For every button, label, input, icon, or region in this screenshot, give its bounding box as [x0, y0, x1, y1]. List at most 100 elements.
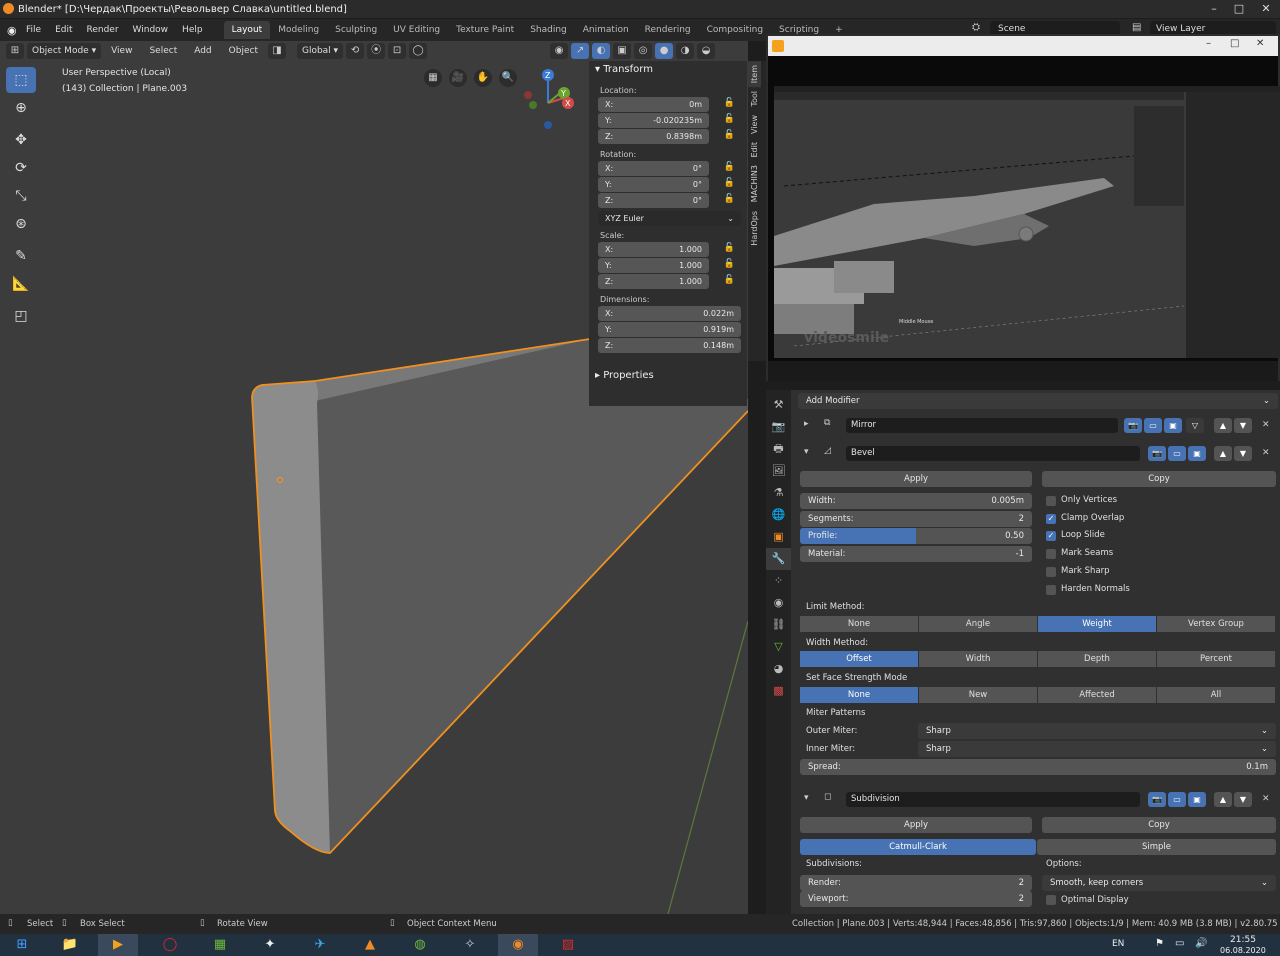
physics-properties-icon[interactable]: ◉ [766, 592, 791, 614]
navigation-gizmo[interactable]: Z Y X [520, 65, 580, 135]
volume-icon[interactable]: 🔊 [1195, 938, 1207, 949]
app-icon[interactable]: ✧ [450, 934, 490, 956]
remove-modifier-icon[interactable]: ✕ [1262, 448, 1270, 458]
editor-type-icon[interactable]: ⊞ [6, 43, 24, 59]
viewport-menu-object[interactable]: Object [222, 46, 265, 56]
bevel-name-field[interactable]: Bevel [846, 446, 1140, 461]
media-player-icon[interactable]: ▶ [98, 934, 138, 956]
transform-tool-icon[interactable]: ⊛ [6, 211, 36, 237]
network-icon[interactable]: ⚑ [1155, 938, 1164, 949]
properties-panel-header[interactable]: ▸ Properties [589, 367, 747, 384]
pan-hand-icon[interactable]: ✋ [474, 69, 492, 87]
explorer-icon[interactable]: 📁 [50, 934, 90, 956]
cursor-tool-icon[interactable]: ⊕ [6, 95, 36, 121]
texture-properties-icon[interactable]: ▩ [766, 680, 791, 702]
rotation-mode-dropdown[interactable]: XYZ Euler ⌄ [598, 211, 741, 226]
particles-properties-icon[interactable]: ⁘ [766, 570, 791, 592]
scale-x-field[interactable]: X: 1.000 🔓 [598, 242, 735, 257]
bevel-segments-field[interactable]: Segments: 2 [800, 511, 1032, 527]
render-toggle-icon[interactable]: 📷 [1148, 792, 1166, 807]
telegram-icon[interactable]: ✈ [300, 934, 340, 956]
menu-file[interactable]: File [19, 25, 48, 35]
render-toggle-icon[interactable]: 📷 [1148, 446, 1166, 461]
limit-option-weight[interactable]: Weight [1038, 616, 1156, 632]
player-close-button[interactable]: ✕ [1256, 38, 1264, 49]
close-window-button[interactable]: ✕ [1255, 2, 1277, 16]
scene-icon[interactable]: ⛭ [972, 22, 980, 33]
inner-miter-dropdown[interactable]: Sharp ⌄ [918, 741, 1276, 757]
lock-icon[interactable]: 🔓 [724, 98, 735, 108]
gizmo-neg-x-icon[interactable] [524, 91, 532, 99]
output-properties-icon[interactable]: 🖶 [766, 438, 791, 460]
menu-help[interactable]: Help [175, 25, 210, 35]
lock-icon[interactable]: 🔓 [724, 275, 735, 285]
bevel-profile-slider[interactable]: Profile: 0.50 [800, 528, 1032, 544]
width-method-option-offset[interactable]: Offset [800, 651, 918, 667]
player-controls[interactable] [768, 361, 1278, 381]
tab-tool[interactable]: Tool [748, 87, 761, 111]
checkbox-harden-normals[interactable] [1046, 584, 1056, 595]
location-y-field[interactable]: Y: -0.020235m 🔓 [598, 113, 735, 128]
add-modifier-dropdown[interactable]: Add Modifier ⌄ [798, 393, 1278, 409]
tab-compositing[interactable]: Compositing [699, 21, 771, 39]
move-down-icon[interactable]: ▼ [1234, 792, 1252, 807]
location-x-field[interactable]: X: 0m 🔓 [598, 97, 735, 112]
gizmo-toggle-icon[interactable]: ↗ [571, 43, 590, 59]
minimize-button[interactable]: – [1203, 2, 1225, 16]
viewport-toggle-icon[interactable]: ▭ [1144, 418, 1162, 433]
lock-icon[interactable]: 🔓 [724, 114, 735, 124]
render-toggle-icon[interactable]: 📷 [1124, 418, 1142, 433]
bevel-copy-button[interactable]: Copy [1042, 471, 1276, 487]
spread-field[interactable]: Spread: 0.1m [800, 759, 1276, 775]
face-strength-option-affected[interactable]: Affected [1038, 687, 1156, 703]
bevel-material-field[interactable]: Material: -1 [800, 546, 1032, 562]
view-layer-icon[interactable]: ▤ [1132, 22, 1141, 33]
bevel-apply-button[interactable]: Apply [800, 471, 1032, 487]
viewport-menu-select[interactable]: Select [142, 46, 184, 56]
width-method-option-width[interactable]: Width [919, 651, 1037, 667]
minecraft-icon[interactable]: ▦ [200, 934, 240, 956]
video-player-window[interactable]: – □ ✕ videosmile Middle Mouse [766, 34, 1280, 381]
dimensions-y-field[interactable]: Y: 0.919m [598, 322, 741, 337]
grid-view-icon[interactable]: ▦ [424, 69, 442, 87]
checkbox-clamp-overlap[interactable]: ✓ [1046, 513, 1056, 524]
tray-icon[interactable]: ▭ [1175, 938, 1184, 949]
start-button-icon[interactable]: ⊞ [2, 934, 42, 956]
remove-modifier-icon[interactable]: ✕ [1262, 420, 1270, 430]
utorrent-icon[interactable]: ◍ [400, 934, 440, 956]
move-down-icon[interactable]: ▼ [1234, 446, 1252, 461]
tab-animation[interactable]: Animation [575, 21, 637, 39]
menu-window[interactable]: Window [126, 25, 176, 35]
move-up-icon[interactable]: ▲ [1214, 792, 1232, 807]
bevel-width-field[interactable]: Width: 0.005m [800, 493, 1032, 509]
checkbox-loop-slide[interactable]: ✓ [1046, 531, 1056, 542]
tab-rendering[interactable]: Rendering [637, 21, 699, 39]
3d-viewport[interactable]: ⊞ Object Mode ▾ View Select Add Object ◨… [0, 41, 748, 914]
render-levels-field[interactable]: Render: 2 [800, 875, 1032, 891]
rotate-tool-icon[interactable]: ⟳ [6, 155, 36, 181]
player-minimize-button[interactable]: – [1206, 38, 1211, 49]
proportional-edit-icon[interactable]: ◯ [409, 43, 428, 59]
overlay-toggle-icon[interactable]: ◐ [592, 43, 611, 59]
lock-icon[interactable]: 🔓 [724, 162, 735, 172]
xray-icon[interactable]: ▣ [613, 43, 632, 59]
tab-hardops[interactable]: HardOps [748, 207, 761, 250]
face-strength-option-none[interactable]: None [800, 687, 918, 703]
move-tool-icon[interactable]: ✥ [6, 127, 36, 153]
language-indicator[interactable]: EN [1112, 939, 1124, 949]
simple-button[interactable]: Simple [1037, 839, 1276, 855]
move-down-icon[interactable]: ▼ [1234, 418, 1252, 433]
add-cube-tool-icon[interactable]: ◰ [6, 303, 36, 329]
move-up-icon[interactable]: ▲ [1214, 446, 1232, 461]
face-strength-option-new[interactable]: New [919, 687, 1037, 703]
move-up-icon[interactable]: ▲ [1214, 418, 1232, 433]
orientation-selector[interactable]: Global ▾ [296, 43, 344, 59]
pdf-icon[interactable]: ▨ [548, 934, 588, 956]
blender-menu-icon[interactable]: ◉ [7, 24, 19, 37]
lock-icon[interactable]: 🔓 [724, 178, 735, 188]
width-method-option-depth[interactable]: Depth [1038, 651, 1156, 667]
tab-sculpting[interactable]: Sculpting [327, 21, 385, 39]
scale-z-field[interactable]: Z: 1.000 🔓 [598, 274, 735, 289]
measure-tool-icon[interactable]: 📐 [6, 271, 36, 297]
shading-wireframe-icon[interactable]: ◎ [634, 43, 653, 59]
